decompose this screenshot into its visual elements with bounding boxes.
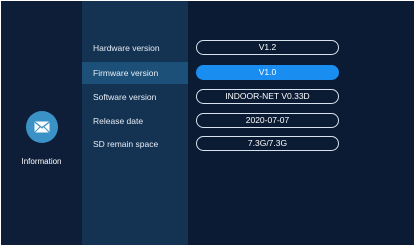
firmware-version-value: V1.0 [196, 65, 339, 80]
sd-remain-space-label: SD remain space [93, 139, 159, 149]
firmware-version-label: Firmware version [93, 68, 159, 78]
device-screen: Information Hardware version V1.2 Firmwa… [1, 1, 414, 245]
info-row-release-date[interactable]: Release date 2020-07-07 [82, 110, 414, 132]
app-sidebar: Information [1, 1, 82, 245]
sd-remain-space-value: 7.3G/7.3G [196, 136, 339, 151]
hardware-version-label: Hardware version [93, 43, 160, 53]
info-row-hardware-version[interactable]: Hardware version V1.2 [82, 37, 414, 59]
app-label: Information [21, 157, 62, 166]
release-date-label: Release date [93, 116, 144, 126]
info-row-software-version[interactable]: Software version INDOOR-NET V0.33D [82, 86, 414, 108]
release-date-value: 2020-07-07 [196, 113, 339, 128]
info-row-sd-remain-space[interactable]: SD remain space 7.3G/7.3G [82, 133, 414, 155]
software-version-label: Software version [93, 92, 157, 102]
info-row-firmware-version[interactable]: Firmware version V1.0 [82, 62, 414, 84]
software-version-value: INDOOR-NET V0.33D [196, 89, 339, 104]
envelope-icon[interactable] [26, 111, 58, 143]
hardware-version-value: V1.2 [196, 40, 339, 55]
